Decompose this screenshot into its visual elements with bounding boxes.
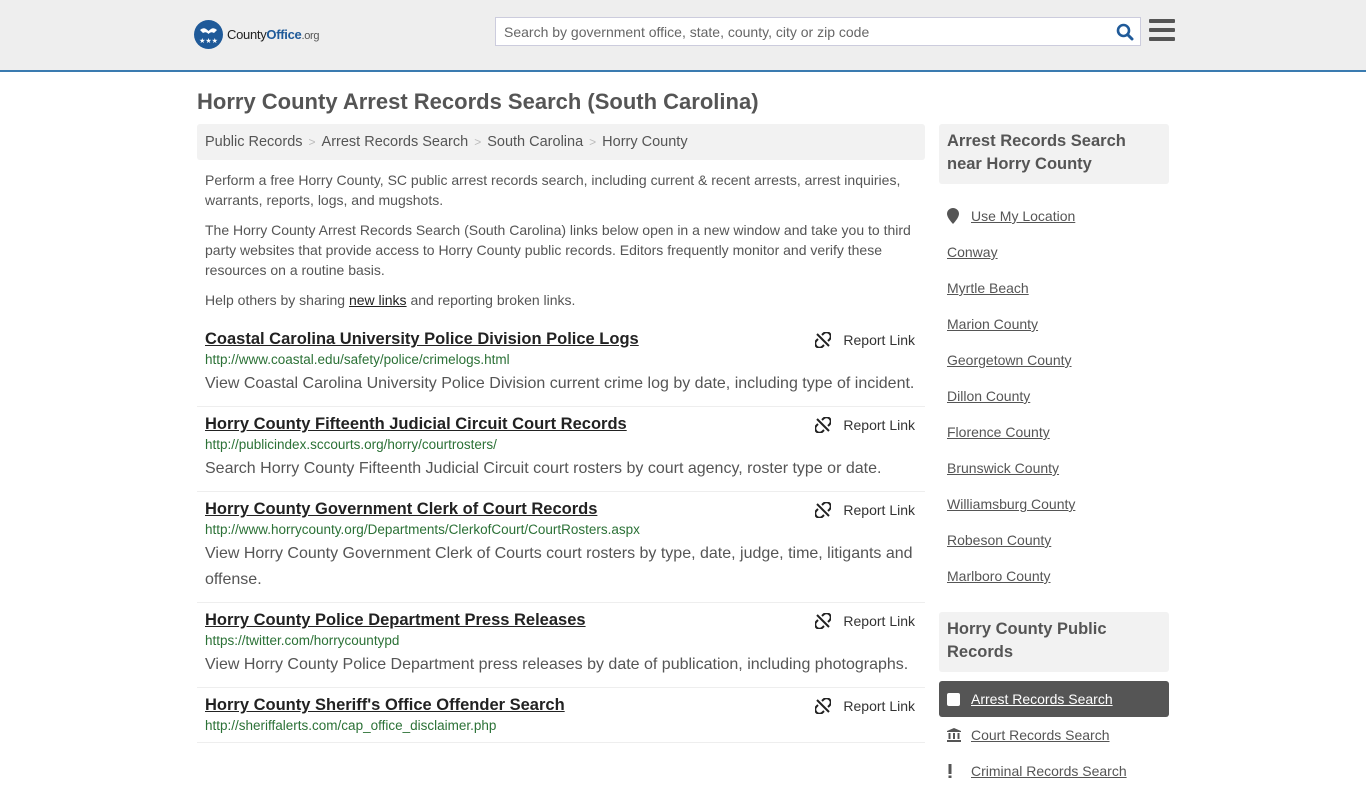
use-my-location-link[interactable]: Use My Location — [971, 208, 1075, 224]
result-item: Horry County Police Department Press Rel… — [197, 603, 925, 688]
nearby-link[interactable]: Marlboro County — [947, 568, 1051, 584]
nearby-link[interactable]: Myrtle Beach — [947, 280, 1029, 296]
broken-link-icon — [815, 417, 832, 433]
nearby-item[interactable]: Conway — [939, 234, 1169, 270]
result-description: View Horry County Government Clerk of Co… — [205, 545, 913, 588]
nearby-item[interactable]: Marion County — [939, 306, 1169, 342]
report-link-label: Report Link — [843, 613, 915, 629]
result-url[interactable]: http://sheriffalerts.com/cap_office_disc… — [205, 718, 917, 733]
search-icon — [1116, 23, 1134, 40]
intro-paragraph: The Horry County Arrest Records Search (… — [205, 222, 911, 278]
nearby-item[interactable]: Williamsburg County — [939, 486, 1169, 522]
intro-text: Perform a free Horry County, SC public a… — [197, 170, 925, 310]
use-my-location[interactable]: Use My Location — [939, 198, 1169, 234]
public-records-item[interactable]: Arrest Records Search — [939, 681, 1169, 717]
nearby-link[interactable]: Georgetown County — [947, 352, 1072, 368]
result-url[interactable]: http://www.horrycounty.org/Departments/C… — [205, 522, 917, 537]
nearby-item[interactable]: Myrtle Beach — [939, 270, 1169, 306]
svg-text:★★★: ★★★ — [199, 37, 218, 45]
report-link-button[interactable]: Report Link — [815, 417, 915, 433]
nearby-item[interactable]: Marlboro County — [939, 558, 1169, 594]
logo-badge-icon: ★★★ — [194, 20, 223, 49]
breadcrumb-public-records[interactable]: Public Records — [205, 134, 303, 150]
public-records-list: Arrest Records Search Court Records Searc… — [939, 681, 1169, 789]
public-records-link[interactable]: Court Records Search — [971, 727, 1110, 743]
report-link-button[interactable]: Report Link — [815, 502, 915, 518]
report-link-label: Report Link — [843, 698, 915, 714]
nearby-link[interactable]: Conway — [947, 244, 998, 260]
courthouse-icon — [947, 728, 963, 742]
nearby-item[interactable]: Florence County — [939, 414, 1169, 450]
public-records-link[interactable]: Criminal Records Search — [971, 763, 1127, 779]
nearby-link[interactable]: Florence County — [947, 424, 1050, 440]
result-item: Horry County Fifteenth Judicial Circuit … — [197, 407, 925, 492]
breadcrumb: Public Records > Arrest Records Search >… — [197, 124, 925, 160]
result-url[interactable]: http://publicindex.sccourts.org/horry/co… — [205, 437, 917, 452]
public-records-item[interactable]: Criminal Records Search — [939, 753, 1169, 789]
nearby-link[interactable]: Marion County — [947, 316, 1038, 332]
result-description: View Horry County Police Department pres… — [205, 656, 909, 673]
hamburger-menu-icon[interactable] — [1149, 19, 1175, 41]
public-records-link[interactable]: Arrest Records Search — [971, 691, 1113, 707]
exclamation-icon — [947, 764, 963, 778]
breadcrumb-arrest-records[interactable]: Arrest Records Search — [322, 134, 469, 150]
nearby-list: Use My Location Conway Myrtle Beach Marion… — [939, 198, 1169, 594]
nearby-item[interactable]: Dillon County — [939, 378, 1169, 414]
nearby-item[interactable]: Robeson County — [939, 522, 1169, 558]
breadcrumb-south-carolina[interactable]: South Carolina — [487, 134, 583, 150]
broken-link-icon — [815, 502, 832, 518]
square-icon — [947, 692, 963, 706]
result-title-link[interactable]: Horry County Sheriff's Office Offender S… — [205, 696, 565, 715]
nearby-item[interactable]: Georgetown County — [939, 342, 1169, 378]
result-title-link[interactable]: Horry County Police Department Press Rel… — [205, 611, 586, 630]
nearby-heading: Arrest Records Search near Horry County — [939, 124, 1169, 184]
broken-link-icon — [815, 613, 832, 629]
result-url[interactable]: http://www.coastal.edu/safety/police/cri… — [205, 352, 917, 367]
result-url[interactable]: https://twitter.com/horrycountypd — [205, 633, 917, 648]
report-link-button[interactable]: Report Link — [815, 613, 915, 629]
site-header: ★★★ CountyOffice.org — [0, 0, 1366, 72]
nearby-link[interactable]: Brunswick County — [947, 460, 1059, 476]
results-list: Coastal Carolina University Police Divis… — [197, 322, 925, 743]
result-description: Search Horry County Fifteenth Judicial C… — [205, 460, 882, 477]
result-description: View Coastal Carolina University Police … — [205, 375, 915, 392]
result-title-link[interactable]: Horry County Government Clerk of Court R… — [205, 500, 597, 519]
search-input[interactable] — [496, 18, 1110, 45]
breadcrumb-separator: > — [474, 135, 482, 149]
map-marker-icon — [947, 208, 963, 224]
result-item: Horry County Government Clerk of Court R… — [197, 492, 925, 603]
search-button[interactable] — [1110, 18, 1140, 45]
result-title-link[interactable]: Horry County Fifteenth Judicial Circuit … — [205, 415, 627, 434]
result-title-link[interactable]: Coastal Carolina University Police Divis… — [205, 330, 639, 349]
new-links-link[interactable]: new links — [349, 292, 407, 308]
nearby-link[interactable]: Dillon County — [947, 388, 1030, 404]
report-link-label: Report Link — [843, 502, 915, 518]
report-link-label: Report Link — [843, 332, 915, 348]
report-link-button[interactable]: Report Link — [815, 698, 915, 714]
logo-text: CountyOffice.org — [227, 27, 320, 42]
public-records-item[interactable]: Court Records Search — [939, 717, 1169, 753]
nearby-link[interactable]: Williamsburg County — [947, 496, 1075, 512]
help-paragraph: Help others by sharing new links and rep… — [205, 292, 576, 308]
result-item: Horry County Sheriff's Office Offender S… — [197, 688, 925, 743]
page-title: Horry County Arrest Records Search (Sout… — [197, 89, 759, 114]
search-bar — [495, 17, 1141, 46]
breadcrumb-horry-county[interactable]: Horry County — [602, 134, 687, 150]
logo[interactable]: ★★★ CountyOffice.org — [194, 20, 319, 49]
nearby-item[interactable]: Brunswick County — [939, 450, 1169, 486]
broken-link-icon — [815, 698, 832, 714]
nearby-link[interactable]: Robeson County — [947, 532, 1051, 548]
report-link-button[interactable]: Report Link — [815, 332, 915, 348]
breadcrumb-separator: > — [308, 135, 316, 149]
report-link-label: Report Link — [843, 417, 915, 433]
public-records-heading: Horry County Public Records — [939, 612, 1169, 672]
intro-paragraph: Perform a free Horry County, SC public a… — [205, 172, 901, 208]
main-content: Public Records > Arrest Records Search >… — [197, 124, 925, 743]
sidebar: Arrest Records Search near Horry County … — [939, 124, 1169, 789]
broken-link-icon — [815, 332, 832, 348]
breadcrumb-separator: > — [589, 135, 597, 149]
result-item: Coastal Carolina University Police Divis… — [197, 322, 925, 407]
